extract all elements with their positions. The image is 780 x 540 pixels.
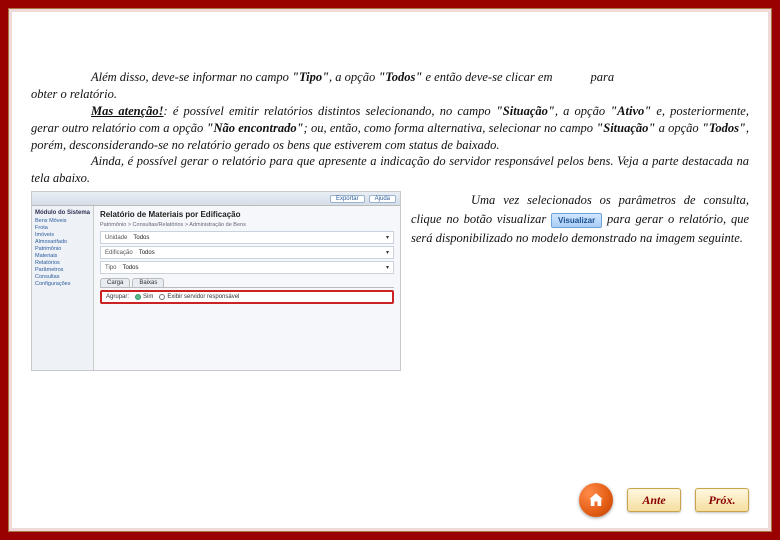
paragraph-2: Mas atenção!: é possível emitir relatóri… [31,103,749,154]
ss-side-group: Módulo do Sistema [35,210,90,216]
ss-row-unidade: Unidade Todos ▾ [100,231,394,244]
p2-situacao: "Situação" [496,104,555,118]
p2-b: , a opção [555,104,610,118]
p1-todos: "Todos" [378,70,422,84]
p1-text-b: , a opção [329,70,378,84]
content-row: Exportar Ajuda Módulo do Sistema Bens Mó… [31,191,749,371]
p2-attention: Mas atenção! [91,104,164,118]
home-icon[interactable] [579,483,613,517]
footer-nav: Ante Próx. [579,483,749,517]
p2-situacao2: "Situação" [596,121,655,135]
ss-breadcrumb: Patrimônio > Consultas/Relatórios > Admi… [100,222,394,228]
p3-text: Ainda, é possível gerar o relatório para… [31,154,749,185]
p2-a: : é possível emitir relatórios distintos… [164,104,496,118]
ss-tab-carga[interactable]: Carga [100,278,130,287]
page-outer-frame: Além disso, deve-se informar no campo "T… [0,0,780,540]
ss-sidebar: Módulo do Sistema Bens Móveis Frota Imóv… [32,206,94,370]
ss-row-value[interactable]: Todos [133,235,386,241]
ss-row-value[interactable]: Todos [139,250,386,256]
ss-row-label: Edificação [105,250,133,256]
side-paragraph: Uma vez selecionados os parâmetros de co… [411,191,749,371]
ss-row-edificacao: Edificação Todos ▾ [100,246,394,259]
p1-text-c: e então deve-se clicar em [422,70,552,84]
ss-side-link[interactable]: Almoxarifado [35,239,90,245]
ss-row-tipo: Tipo Todos ▾ [100,261,394,274]
ss-tabs: Carga Baixas [100,278,394,288]
p1-line2: obter o relatório. [31,87,117,101]
paragraph-1: Além disso, deve-se informar no campo "T… [31,69,749,103]
ss-radio-sim[interactable]: Sim [135,294,153,300]
ss-main: Relatório de Materiais por Edificação Pa… [94,206,400,370]
chevron-down-icon[interactable]: ▾ [386,264,389,271]
p2-d: ; ou, então, como forma alternativa, sel… [304,121,597,135]
ss-title: Relatório de Materiais por Edificação [100,210,394,219]
p2-nao: "Não encontrado" [207,121,304,135]
ss-tab-baixas[interactable]: Baixas [132,278,164,287]
ss-side-link[interactable]: Imóveis [35,232,90,238]
ss-side-link[interactable]: Bens Móveis [35,218,90,224]
prev-button[interactable]: Ante [627,488,681,512]
ss-side-link[interactable]: Configurações [35,281,90,287]
chevron-down-icon[interactable]: ▾ [386,249,389,256]
ss-row-label: Tipo [105,265,116,271]
ss-side-link[interactable]: Frota [35,225,90,231]
ss-side-link[interactable]: Materiais [35,253,90,259]
ss-highlight-box: Agrupar: Sim Exibir servidor responsável [100,290,394,304]
p1-right: para [591,70,615,84]
embedded-screenshot: Exportar Ajuda Módulo do Sistema Bens Mó… [31,191,401,371]
ss-highlight-label: Agrupar: [106,294,129,300]
house-icon [587,491,605,509]
chevron-down-icon[interactable]: ▾ [386,234,389,241]
p1-tipo: "Tipo" [292,70,329,84]
next-button[interactable]: Próx. [695,488,749,512]
ss-top-btn-export[interactable]: Exportar [330,195,365,203]
ss-topbar: Exportar Ajuda [32,192,400,206]
visualizar-button-inline[interactable]: Visualizar [551,213,602,228]
ss-row-value[interactable]: Todos [122,265,386,271]
ss-side-link[interactable]: Patrimônio [35,246,90,252]
ss-radio-responsavel[interactable]: Exibir servidor responsável [159,294,239,300]
ss-body: Módulo do Sistema Bens Móveis Frota Imóv… [32,206,400,370]
p1-text-a: Além disso, deve-se informar no campo [91,70,292,84]
p2-todos2: "Todos" [702,121,746,135]
p2-e: a opção [655,121,702,135]
p2-ativo: "Ativo" [610,104,651,118]
ss-side-link[interactable]: Parâmetros [35,267,90,273]
ss-side-link[interactable]: Relatórios [35,260,90,266]
page-inner-frame: Além disso, deve-se informar no campo "T… [8,8,772,532]
ss-row-label: Unidade [105,235,127,241]
ss-side-link[interactable]: Consultas [35,274,90,280]
ss-top-btn-help[interactable]: Ajuda [369,195,396,203]
paragraph-3: Ainda, é possível gerar o relatório para… [31,153,749,187]
